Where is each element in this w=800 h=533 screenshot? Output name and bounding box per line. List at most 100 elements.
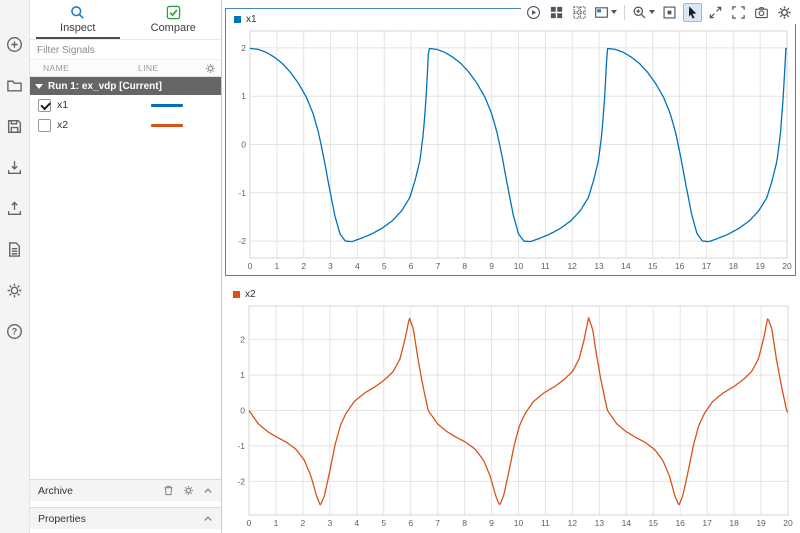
archive-settings-button[interactable]: [183, 485, 194, 496]
svg-text:2: 2: [301, 261, 306, 271]
x1-plot[interactable]: 0 1 2 3 4 5 6 7 8 9 10 11 12 13 14 15 16 17 18 19 20-2-1012: [226, 27, 793, 273]
fullscreen-brackets-icon: [732, 5, 745, 19]
archive-bar[interactable]: Archive: [30, 479, 221, 501]
legend-color-swatch: [234, 16, 241, 23]
simulation-data-inspector-app: ? Inspect Compare NAME LINE Ru: [0, 0, 800, 533]
fullscreen-button[interactable]: [729, 3, 748, 22]
help-button[interactable]: ?: [5, 321, 25, 341]
properties-collapse-button[interactable]: [203, 514, 213, 524]
filter-row: [30, 40, 221, 60]
x2-plot[interactable]: 0 1 2 3 4 5 6 7 8 9 10 11 12 13 14 15 16 17 18 19 20-2-1012: [225, 302, 794, 530]
save-icon: [7, 119, 22, 133]
snapshot-button[interactable]: [752, 3, 771, 22]
legend-x2[interactable]: x2: [225, 284, 796, 302]
chevron-down-icon: [649, 10, 655, 14]
zoom-dropdown[interactable]: [631, 3, 656, 22]
svg-text:0: 0: [241, 140, 246, 150]
add-button[interactable]: [5, 34, 25, 54]
display-options-dropdown[interactable]: [593, 3, 618, 22]
svg-text:20: 20: [783, 518, 793, 528]
help-icon: ?: [7, 323, 22, 339]
svg-text:12: 12: [567, 261, 577, 271]
browser-tabs: Inspect Compare: [30, 0, 221, 40]
expand-arrows-button[interactable]: [706, 3, 725, 22]
import-icon: [7, 160, 22, 174]
svg-text:7: 7: [436, 261, 441, 271]
archive-delete-button[interactable]: [163, 485, 174, 496]
preferences-button[interactable]: [5, 280, 25, 300]
preferences-gear-icon: [7, 283, 22, 297]
layout-edit-button[interactable]: [570, 3, 589, 22]
svg-text:17: 17: [702, 261, 712, 271]
table-settings-button[interactable]: [205, 63, 216, 74]
signal-checkbox-x1[interactable]: [38, 98, 51, 112]
svg-text:19: 19: [755, 261, 765, 271]
signal-browser-panel: Inspect Compare NAME LINE Run 1: ex_vdp …: [30, 0, 222, 533]
run-group-row[interactable]: Run 1: ex_vdp [Current]: [30, 77, 221, 95]
collapse-caret-icon: [35, 83, 43, 89]
filter-signals-input[interactable]: [37, 45, 214, 56]
column-line-header: LINE: [138, 63, 159, 73]
svg-text:-2: -2: [237, 476, 245, 486]
svg-text:12: 12: [568, 518, 578, 528]
cursor-tool-button[interactable]: [683, 2, 702, 22]
plot-toolbar: [521, 0, 797, 24]
svg-text:1: 1: [274, 518, 279, 528]
signal-row-x1[interactable]: x1: [30, 95, 221, 115]
run-button[interactable]: [524, 3, 543, 22]
svg-text:10: 10: [514, 261, 524, 271]
properties-bar[interactable]: Properties: [30, 507, 221, 529]
svg-text:1: 1: [274, 261, 279, 271]
toolbar-divider: [624, 4, 625, 20]
svg-text:9: 9: [489, 261, 494, 271]
svg-text:0: 0: [248, 261, 253, 271]
svg-text:6: 6: [408, 518, 413, 528]
import-button[interactable]: [5, 157, 25, 177]
tab-inspect-label: Inspect: [60, 22, 96, 34]
signal-row-x2[interactable]: x2: [30, 115, 221, 135]
svg-text:1: 1: [241, 91, 246, 101]
svg-text:2: 2: [240, 335, 245, 345]
layout-grid-icon: [550, 6, 563, 18]
zoom-in-icon: [633, 6, 646, 18]
legend-label: x1: [246, 14, 257, 25]
svg-text:18: 18: [729, 261, 739, 271]
svg-text:11: 11: [541, 518, 550, 528]
plot-settings-button[interactable]: [775, 3, 794, 22]
subplot-x1[interactable]: x1 0 1 2 3 4 5 6 7 8 9 10 11 12 13 14 15 16 17 18 19 20 -2 -1 0…: [225, 8, 796, 276]
fit-to-view-icon: [663, 6, 676, 19]
report-button[interactable]: [5, 239, 25, 259]
panel-bottom-gap: [30, 529, 221, 533]
svg-text:18: 18: [729, 518, 739, 528]
svg-text:4: 4: [355, 261, 360, 271]
svg-text:15: 15: [648, 261, 658, 271]
svg-text:8: 8: [462, 518, 467, 528]
svg-text:19: 19: [756, 518, 766, 528]
fit-to-view-button[interactable]: [660, 3, 679, 22]
svg-text:-1: -1: [237, 441, 245, 451]
layout-grid-button[interactable]: [547, 3, 566, 22]
save-button[interactable]: [5, 116, 25, 136]
green-check-icon: [166, 5, 180, 20]
svg-text:3: 3: [327, 518, 332, 528]
svg-text:7: 7: [435, 518, 440, 528]
svg-text:2: 2: [301, 518, 306, 528]
subplot-x2[interactable]: x2 0 1 2 3 4 5 6 7 8 9 10 11 12 13 14 15 16 17 18 19 20 -2 -1 0…: [225, 284, 796, 530]
signal-checkbox-x2[interactable]: [38, 118, 51, 132]
run-label: Run 1: ex_vdp [Current]: [48, 80, 162, 92]
add-icon: [7, 36, 22, 52]
signal-line-swatch[interactable]: [151, 123, 183, 127]
gear-icon: [184, 486, 193, 495]
archive-collapse-button[interactable]: [203, 486, 213, 496]
expand-arrows-icon: [709, 6, 722, 18]
open-button[interactable]: [5, 75, 25, 95]
tab-inspect[interactable]: Inspect: [30, 0, 126, 39]
open-folder-icon: [7, 80, 22, 92]
tab-compare[interactable]: Compare: [126, 0, 222, 39]
snapshot-camera-icon: [755, 6, 768, 18]
svg-text:5: 5: [381, 518, 386, 528]
signal-line-swatch[interactable]: [151, 103, 183, 107]
svg-text:16: 16: [675, 518, 685, 528]
svg-text:15: 15: [649, 518, 659, 528]
export-button[interactable]: [5, 198, 25, 218]
